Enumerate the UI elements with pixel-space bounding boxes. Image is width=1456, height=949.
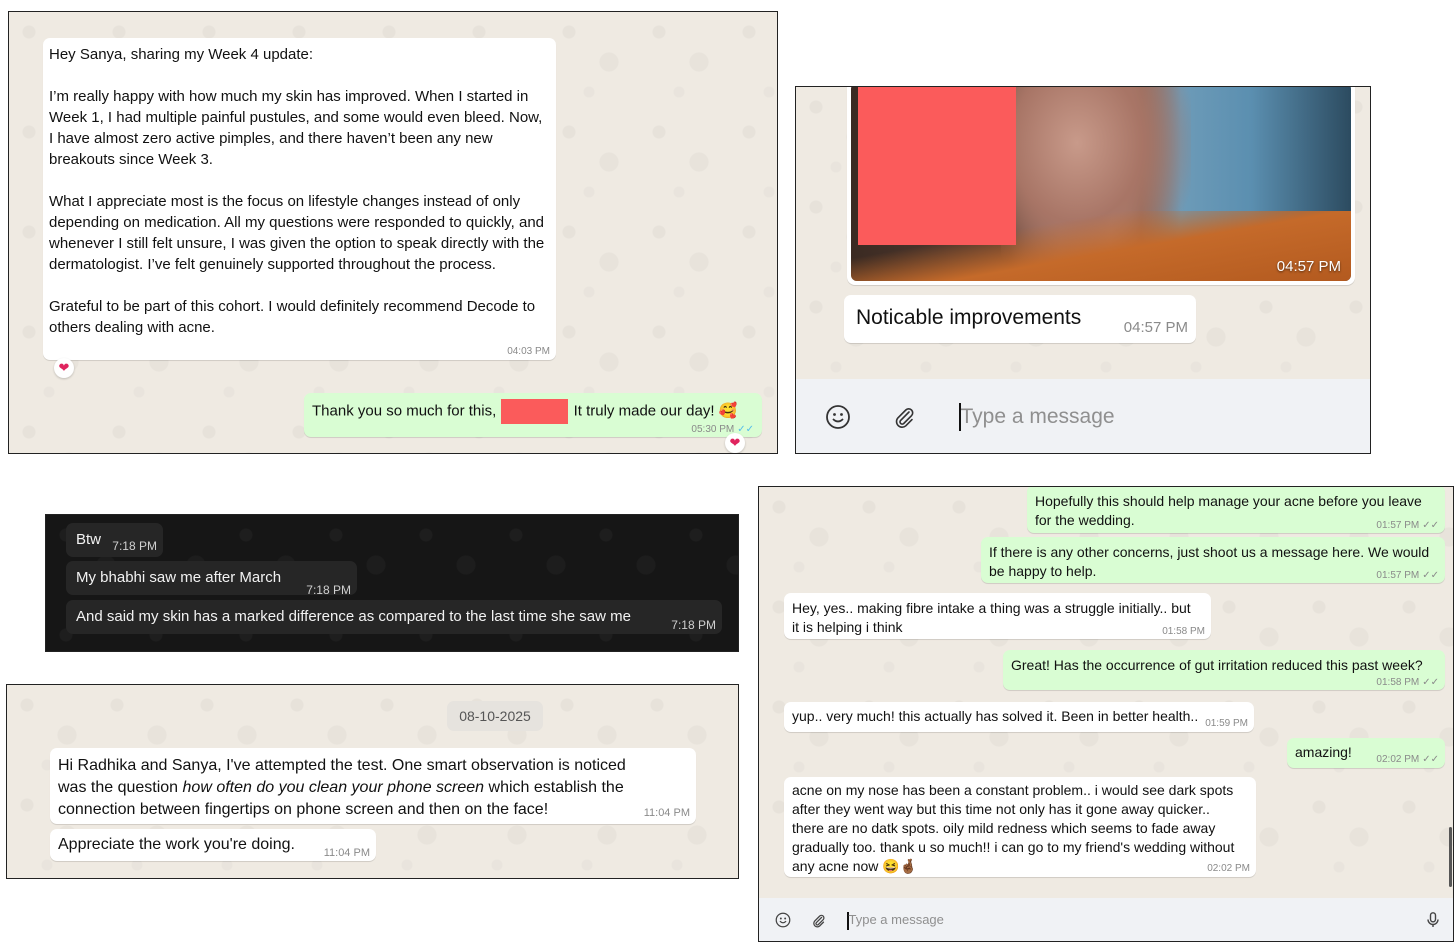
reply-text-start: Thank you so much for this, <box>312 402 497 420</box>
message-greeting: Hey Sanya, sharing my Week 4 update: <box>49 46 314 63</box>
sent-ticks-icon: ✓✓ <box>1422 520 1439 531</box>
message-text: Appreciate the work you're doing. <box>58 836 295 853</box>
message-text: Btw <box>76 531 102 548</box>
message-btw[interactable]: Btw 7:18 PM <box>66 523 163 557</box>
progress-photo[interactable]: 04:57 PM <box>851 87 1351 281</box>
caption-message[interactable]: Noticable improvements 04:57 PM <box>844 295 1196 343</box>
caption-text: Noticable improvements <box>856 306 1082 329</box>
redacted-name <box>501 399 569 424</box>
message-time: 01:58 PM <box>1162 626 1205 637</box>
message-time: 01:59 PM <box>1205 718 1248 729</box>
message-paragraph-3: Grateful to be part of this cohort. I wo… <box>49 298 536 336</box>
outgoing-message[interactable]: Hopefully this should help manage your a… <box>1027 487 1445 533</box>
message-text: And said my skin has a marked difference… <box>76 608 631 625</box>
date-chip: 08-10-2025 <box>447 701 543 731</box>
heart-icon[interactable]: ❤ <box>725 433 745 453</box>
message-text-italic: how often do you clean your phone screen <box>182 779 485 796</box>
attach-icon[interactable] <box>889 402 919 432</box>
input-placeholder: Type a message <box>960 405 1115 428</box>
message-test-observation[interactable]: Hi Radhika and Sanya, I've attempted the… <box>50 748 696 824</box>
message-text: amazing! <box>1295 744 1352 760</box>
message-text: Hey, yes.. making fibre intake a thing w… <box>792 600 1191 635</box>
message-input[interactable]: Type a message <box>959 401 1339 433</box>
attach-icon[interactable] <box>808 910 828 930</box>
caption-time: 04:57 PM <box>1123 319 1188 336</box>
message-marked-difference[interactable]: And said my skin has a marked difference… <box>66 600 722 634</box>
date-text: 08-10-2025 <box>459 708 531 724</box>
emoji-icon[interactable] <box>773 910 793 930</box>
sent-ticks-icon: ✓✓ <box>1422 570 1439 581</box>
redacted-region <box>858 87 1016 245</box>
scrollbar[interactable] <box>1449 827 1452 887</box>
heart-icon[interactable]: ❤ <box>54 358 74 378</box>
message-input-bar: Type a message <box>759 898 1453 941</box>
message-bhabhi[interactable]: My bhabhi saw me after March 7:18 PM <box>66 561 357 597</box>
message-time: 7:18 PM <box>671 618 716 632</box>
outgoing-message[interactable]: Great! Has the occurrence of gut irritat… <box>1003 650 1445 690</box>
outgoing-message[interactable]: If there is any other concerns, just sho… <box>981 537 1445 583</box>
emoji-icon[interactable] <box>823 402 853 432</box>
photo-time: 04:57 PM <box>1276 258 1341 275</box>
message-text: yup.. very much! this actually has solve… <box>792 708 1199 724</box>
reply-text-end: It truly made our day! 🥰 <box>573 402 738 420</box>
message-time: 7:18 PM <box>112 539 157 553</box>
incoming-message[interactable]: Hey, yes.. making fibre intake a thing w… <box>784 593 1211 639</box>
message-time: 7:18 PM <box>306 583 351 597</box>
message-input[interactable]: Type a message <box>847 909 1347 931</box>
outgoing-message[interactable]: amazing! 02:02 PM ✓✓ <box>1287 738 1445 768</box>
chat-panel-dark: Btw 7:18 PM My bhabhi saw me after March… <box>45 514 739 652</box>
incoming-message[interactable]: acne on my nose has been a constant prob… <box>784 777 1256 877</box>
input-placeholder: Type a message <box>848 912 944 927</box>
chat-panel-week4-update: Hey Sanya, sharing my Week 4 update: I’m… <box>8 11 778 454</box>
message-time: 01:57 PM <box>1376 570 1420 581</box>
message-time: 11:04 PM <box>643 807 690 819</box>
message-text: My bhabhi saw me after March <box>76 569 282 586</box>
sent-ticks-icon: ✓✓ <box>1422 677 1439 688</box>
reply-time: 05:30 PM <box>691 424 735 435</box>
message-time: 01:58 PM <box>1376 677 1420 688</box>
mic-icon[interactable] <box>1424 910 1442 930</box>
chat-panel-wedding: Hopefully this should help manage your a… <box>758 486 1454 942</box>
message-time: 11:04 PM <box>323 847 370 859</box>
outgoing-message-thanks[interactable]: Thank you so much for this, It truly mad… <box>304 393 762 437</box>
message-text: acne on my nose has been a constant prob… <box>792 782 1235 874</box>
message-text: If there is any other concerns, just sho… <box>989 544 1430 579</box>
message-input-bar: Type a message <box>796 379 1370 453</box>
message-time: 01:57 PM <box>1376 520 1420 531</box>
incoming-message-week4[interactable]: Hey Sanya, sharing my Week 4 update: I’m… <box>43 38 556 360</box>
message-time: 02:02 PM <box>1376 754 1420 765</box>
sent-ticks-icon: ✓✓ <box>1422 754 1439 765</box>
incoming-message[interactable]: yup.. very much! this actually has solve… <box>784 702 1254 732</box>
chat-panel-test-feedback: 08-10-2025 Hi Radhika and Sanya, I've at… <box>6 684 739 879</box>
message-time: 02:02 PM <box>1207 863 1250 874</box>
message-appreciate[interactable]: Appreciate the work you're doing. 11:04 … <box>50 829 376 861</box>
message-time: 04:03 PM <box>507 346 550 357</box>
message-paragraph-1: I’m really happy with how much my skin h… <box>49 88 543 168</box>
message-paragraph-2: What I appreciate most is the focus on l… <box>49 193 545 273</box>
message-text: Great! Has the occurrence of gut irritat… <box>1011 657 1423 673</box>
photo-message[interactable]: 04:57 PM <box>847 87 1355 285</box>
chat-panel-photo: 04:57 PM Noticable improvements 04:57 PM… <box>795 86 1371 454</box>
